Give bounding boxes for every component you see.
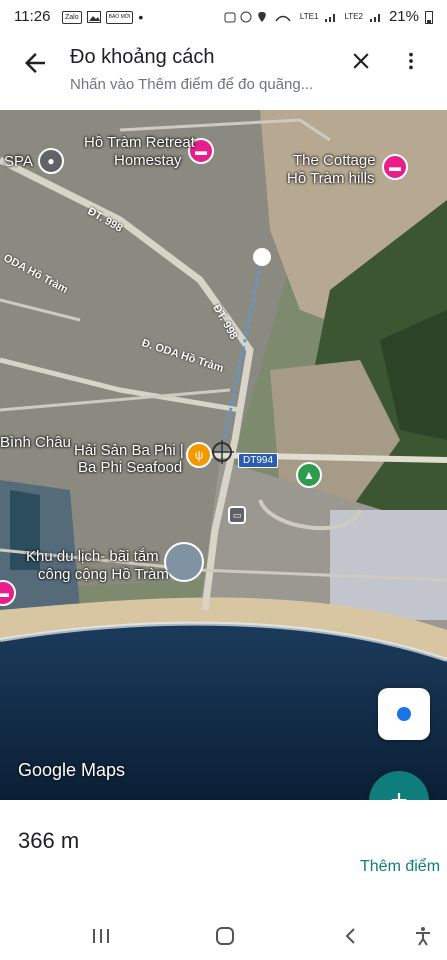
hotel-pin-cottage[interactable]: ▬: [382, 154, 408, 180]
beach-label-2: công cộng Hồ Tràm: [38, 566, 169, 583]
signal2-icon: [369, 13, 380, 22]
battery-percent: 21%: [388, 8, 419, 25]
beach-photo-pin[interactable]: [164, 542, 204, 582]
seafood-label-2: Ba Phi Seafood: [78, 459, 183, 476]
accessibility-icon[interactable]: [412, 925, 434, 947]
cottage-label-2: Hồ Tràm hills: [287, 170, 375, 187]
lte1-label: LTE1: [299, 12, 319, 21]
notification-icons: Zalo BÁO MỚI •: [62, 9, 143, 25]
retreat-label-1: Hồ Tràm Retreat: [84, 134, 195, 151]
status-bar: 11:26 Zalo BÁO MỚI • LTE1 LTE2 21%: [0, 0, 447, 34]
seafood-label-1: Hải Sản Ba Phi |: [74, 442, 184, 459]
binh-chau-label: Bình Châu: [0, 434, 71, 451]
close-icon[interactable]: [348, 48, 374, 74]
more-options-icon[interactable]: [400, 48, 422, 74]
gallery-icon: [86, 11, 101, 23]
page-subtitle: Nhấn vào Thêm điểm để đo quãng...: [70, 76, 314, 93]
home-icon[interactable]: [214, 925, 236, 947]
bus-stop-pin[interactable]: ▭: [228, 506, 246, 524]
zalo-icon: Zalo: [62, 10, 82, 24]
back-nav-icon[interactable]: [340, 925, 362, 947]
battery-icon: [425, 10, 433, 24]
signal1-icon: [325, 13, 336, 22]
lte2-label: LTE2: [344, 12, 363, 21]
my-location-button[interactable]: [378, 688, 430, 740]
page-title: Đo khoảng cách: [70, 46, 215, 68]
recent-apps-icon[interactable]: [90, 925, 112, 947]
google-maps-logo: Google Maps: [18, 760, 126, 780]
status-time: 11:26: [14, 8, 51, 25]
distance-value: 366 m: [18, 828, 80, 853]
dot-icon: •: [138, 9, 144, 25]
system-nav-bar: [0, 910, 447, 960]
spa-label: SPA: [4, 153, 33, 170]
bao-moi-icon: BÁO MỚI: [105, 10, 134, 24]
beach-label-1: Khu du lịch- bãi tắm: [26, 548, 159, 565]
app-bar: Đo khoảng cách Nhấn vào Thêm điểm để đo …: [0, 34, 447, 110]
status-right: LTE1 LTE2 21%: [224, 8, 433, 25]
road-shield-dt994: DT994: [238, 453, 279, 468]
retreat-label-2: Homestay: [114, 152, 182, 169]
park-pin[interactable]: ▲: [296, 462, 322, 488]
system-icons: [224, 11, 291, 22]
food-pin[interactable]: ψ: [186, 442, 212, 468]
back-arrow-icon[interactable]: [20, 48, 50, 78]
cottage-label-1: The Cottage: [293, 152, 376, 169]
satellite-map[interactable]: ● SPA ▬ Hồ Tràm Retreat Homestay ▬ The C…: [0, 110, 447, 800]
add-point-button[interactable]: Thêm điểm: [360, 858, 440, 876]
spa-pin[interactable]: ●: [38, 148, 64, 174]
measure-panel: 366 m Thêm điểm: [0, 800, 447, 910]
location-dot-icon: [397, 707, 411, 721]
